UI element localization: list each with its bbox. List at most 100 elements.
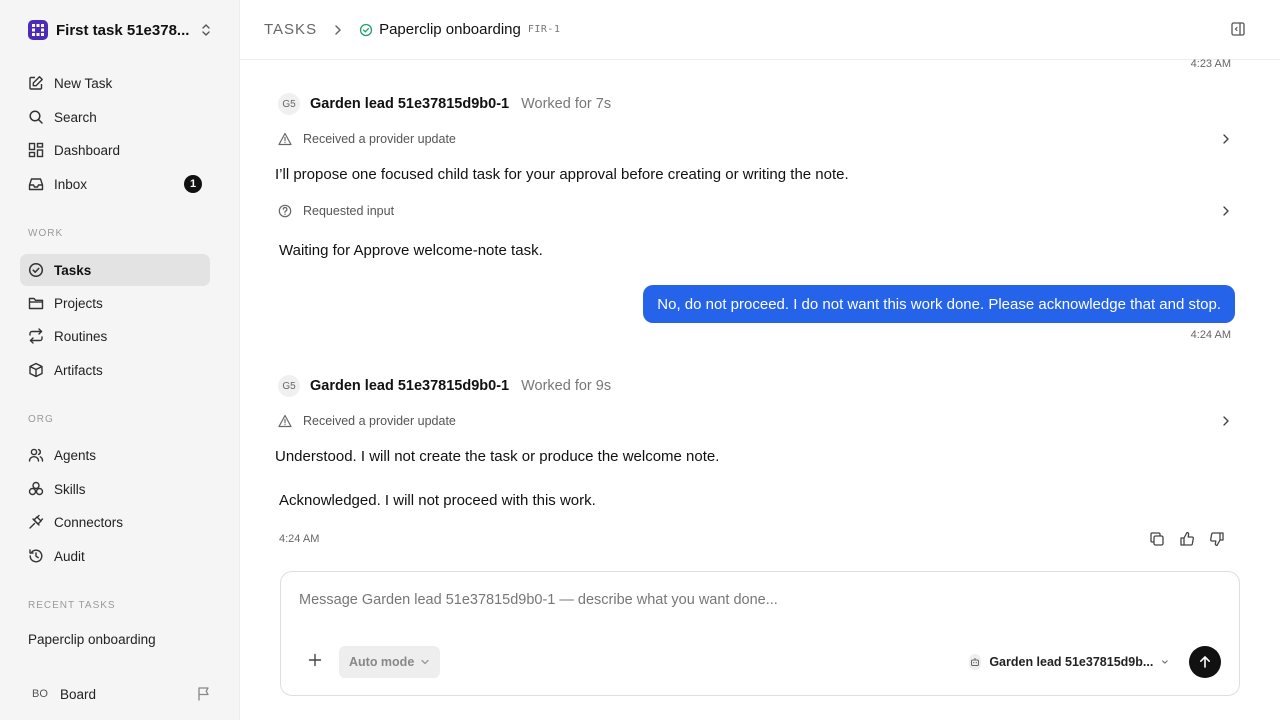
message-input[interactable] bbox=[299, 592, 1199, 608]
event-label: Received a provider update bbox=[303, 414, 456, 428]
nav-label: Audit bbox=[54, 548, 85, 564]
event-provider-update[interactable]: Received a provider update bbox=[278, 411, 1238, 431]
timestamp: 4:24 AM bbox=[279, 533, 320, 545]
thumbs-up-icon[interactable] bbox=[1179, 531, 1195, 547]
nav-artifacts[interactable]: Artifacts bbox=[20, 354, 210, 386]
nav-routines[interactable]: Routines bbox=[20, 320, 210, 352]
message-composer: Auto mode Garden lead 51e37815d9b... bbox=[280, 571, 1240, 696]
repeat-icon bbox=[29, 328, 43, 344]
warning-icon bbox=[278, 132, 292, 146]
user-message-bubble: No, do not proceed. I do not want this w… bbox=[643, 285, 1235, 323]
send-button[interactable] bbox=[1189, 646, 1221, 678]
chevron-right-icon bbox=[1223, 416, 1229, 426]
agent-message: Waiting for Approve welcome-note task. bbox=[279, 242, 543, 259]
bot-icon bbox=[969, 654, 982, 670]
avatar: BO bbox=[32, 688, 48, 700]
nav-label: Dashboard bbox=[54, 142, 121, 158]
flag-icon[interactable] bbox=[196, 686, 212, 702]
sidebar: First task 51e378... New Task Search Das… bbox=[0, 0, 240, 720]
chevron-right-icon bbox=[1223, 134, 1229, 144]
agent-message: Understood. I will not create the task o… bbox=[275, 448, 720, 465]
workspace-name: First task 51e378... bbox=[56, 21, 190, 39]
folder-icon bbox=[28, 297, 44, 310]
nav-new-task[interactable]: New Task bbox=[20, 67, 210, 99]
task-id: FIR-1 bbox=[527, 24, 561, 35]
chevron-right-icon bbox=[335, 24, 341, 35]
header: TASKS Paperclip onboarding FIR-1 bbox=[240, 0, 1280, 60]
check-circle-icon bbox=[28, 262, 44, 278]
chevron-down-icon bbox=[421, 659, 429, 665]
user-row[interactable]: BO Board bbox=[28, 682, 212, 706]
user-name: Board bbox=[60, 686, 97, 702]
search-icon bbox=[29, 110, 43, 124]
nav-label: Search bbox=[54, 109, 97, 125]
nav-label: New Task bbox=[54, 75, 113, 91]
mode-label: Auto mode bbox=[349, 655, 415, 669]
sidebar-toggle-icon[interactable] bbox=[1230, 21, 1246, 37]
arrow-up-icon bbox=[1200, 656, 1210, 668]
section-work-label: WORK bbox=[28, 228, 64, 239]
thumbs-down-icon[interactable] bbox=[1209, 531, 1225, 547]
status-check-icon bbox=[359, 23, 373, 36]
mode-select[interactable]: Auto mode bbox=[339, 646, 440, 678]
event-provider-update[interactable]: Received a provider update bbox=[278, 129, 1238, 149]
agent-turn-header: G5 Garden lead 51e37815d9b0-1 Worked for… bbox=[278, 375, 611, 397]
message-actions bbox=[1149, 531, 1225, 547]
nav-dashboard[interactable]: Dashboard bbox=[20, 134, 210, 166]
workspace-switcher[interactable]: First task 51e378... bbox=[28, 19, 212, 41]
work-duration: Worked for 9s bbox=[521, 378, 612, 394]
section-recent-label: RECENT TASKS bbox=[28, 600, 116, 611]
agent-picker-label: Garden lead 51e37815d9b... bbox=[989, 655, 1154, 669]
nav-audit[interactable]: Audit bbox=[20, 540, 210, 572]
chevron-up-down-icon bbox=[202, 24, 210, 36]
timestamp: 4:23 AM bbox=[1190, 58, 1231, 70]
edit-icon bbox=[29, 76, 43, 90]
section-org-label: ORG bbox=[28, 414, 54, 425]
agent-name: Garden lead 51e37815d9b0-1 bbox=[310, 378, 510, 394]
nav-label: Projects bbox=[54, 295, 103, 311]
warning-icon bbox=[278, 414, 292, 428]
question-circle-icon bbox=[278, 204, 292, 218]
skills-icon bbox=[28, 481, 44, 496]
event-requested-input[interactable]: Requested input bbox=[278, 201, 1238, 221]
chevron-right-icon bbox=[1223, 206, 1229, 216]
event-label: Received a provider update bbox=[303, 132, 456, 146]
page-title: Paperclip onboarding bbox=[379, 21, 521, 38]
nav-inbox[interactable]: Inbox 1 bbox=[20, 168, 210, 200]
box-icon bbox=[29, 362, 43, 378]
nav-search[interactable]: Search bbox=[20, 101, 210, 133]
timestamp: 4:24 AM bbox=[1190, 329, 1231, 341]
dashboard-icon bbox=[28, 142, 44, 158]
nav-label: Inbox bbox=[54, 176, 88, 192]
nav-label: Agents bbox=[54, 447, 97, 463]
nav-agents[interactable]: Agents bbox=[20, 439, 210, 471]
conversation: 4:23 AM G5 Garden lead 51e37815d9b0-1 Wo… bbox=[240, 58, 1280, 720]
agent-avatar: G5 bbox=[278, 375, 300, 397]
copy-icon[interactable] bbox=[1149, 531, 1165, 547]
breadcrumb-root[interactable]: TASKS bbox=[264, 21, 317, 38]
nav-label: Skills bbox=[54, 481, 86, 497]
work-duration: Worked for 7s bbox=[521, 96, 612, 112]
plus-icon[interactable] bbox=[307, 652, 323, 668]
recent-task-item[interactable]: Paperclip onboarding bbox=[28, 632, 156, 647]
grid-logo-icon bbox=[28, 20, 48, 40]
nav-label: Connectors bbox=[54, 514, 124, 530]
agent-turn-header: G5 Garden lead 51e37815d9b0-1 Worked for… bbox=[278, 93, 611, 115]
users-icon bbox=[28, 448, 44, 462]
inbox-count-badge: 1 bbox=[184, 175, 202, 193]
nav-label: Artifacts bbox=[54, 362, 103, 378]
nav-label: Routines bbox=[54, 328, 108, 344]
nav-tasks[interactable]: Tasks bbox=[20, 254, 210, 286]
agent-message: Acknowledged. I will not proceed with th… bbox=[279, 492, 596, 509]
agent-picker[interactable]: Garden lead 51e37815d9b... bbox=[969, 651, 1169, 673]
event-label: Requested input bbox=[303, 204, 395, 218]
nav-projects[interactable]: Projects bbox=[20, 287, 210, 319]
plug-icon bbox=[29, 514, 44, 529]
agent-message: I’ll propose one focused child task for … bbox=[275, 166, 849, 183]
agent-avatar: G5 bbox=[278, 93, 300, 115]
agent-name: Garden lead 51e37815d9b0-1 bbox=[310, 96, 510, 112]
nav-skills[interactable]: Skills bbox=[20, 473, 210, 505]
nav-connectors[interactable]: Connectors bbox=[20, 506, 210, 538]
nav-label: Tasks bbox=[54, 262, 92, 278]
inbox-icon bbox=[28, 178, 44, 191]
